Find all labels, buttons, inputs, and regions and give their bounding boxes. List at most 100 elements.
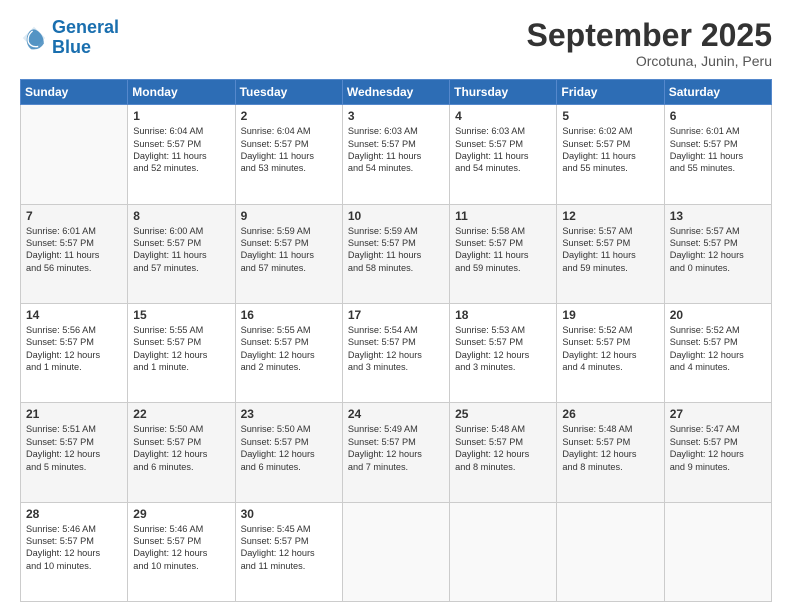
day-number: 20 (670, 308, 766, 322)
day-info: Sunrise: 5:53 AM Sunset: 5:57 PM Dayligh… (455, 324, 551, 374)
day-info: Sunrise: 6:04 AM Sunset: 5:57 PM Dayligh… (241, 125, 337, 175)
day-info: Sunrise: 5:55 AM Sunset: 5:57 PM Dayligh… (133, 324, 229, 374)
header-row: Sunday Monday Tuesday Wednesday Thursday… (21, 80, 772, 105)
day-info: Sunrise: 5:50 AM Sunset: 5:57 PM Dayligh… (241, 423, 337, 473)
day-info: Sunrise: 5:59 AM Sunset: 5:57 PM Dayligh… (348, 225, 444, 275)
day-info: Sunrise: 5:45 AM Sunset: 5:57 PM Dayligh… (241, 523, 337, 573)
day-number: 7 (26, 209, 122, 223)
header: General Blue September 2025 Orcotuna, Ju… (20, 18, 772, 69)
day-number: 11 (455, 209, 551, 223)
col-wednesday: Wednesday (342, 80, 449, 105)
day-info: Sunrise: 6:01 AM Sunset: 5:57 PM Dayligh… (670, 125, 766, 175)
day-info: Sunrise: 5:52 AM Sunset: 5:57 PM Dayligh… (562, 324, 658, 374)
table-row: 24 Sunrise: 5:49 AM Sunset: 5:57 PM Dayli… (342, 403, 449, 502)
day-number: 3 (348, 109, 444, 123)
table-row: 6Sunrise: 6:01 AM Sunset: 5:57 PM Daylig… (664, 105, 771, 204)
day-number: 27 (670, 407, 766, 421)
table-row: 28 Sunrise: 5:46 AM Sunset: 5:57 PM Dayli… (21, 502, 128, 601)
table-row: 22Sunrise: 5:50 AM Sunset: 5:57 PM Dayli… (128, 403, 235, 502)
day-info: Sunrise: 5:58 AM Sunset: 5:57 PM Dayligh… (455, 225, 551, 275)
table-row: 20 Sunrise: 5:52 AM Sunset: 5:57 PM Dayli… (664, 303, 771, 402)
calendar-week-1: 1 Sunrise: 6:04 AM Sunset: 5:57 PM Daylig… (21, 105, 772, 204)
table-row: 5 Sunrise: 6:02 AM Sunset: 5:57 PM Daylig… (557, 105, 664, 204)
calendar-week-2: 7 Sunrise: 6:01 AM Sunset: 5:57 PM Daylig… (21, 204, 772, 303)
table-row: 25Sunrise: 5:48 AM Sunset: 5:57 PM Dayli… (450, 403, 557, 502)
table-row (664, 502, 771, 601)
table-row: 1 Sunrise: 6:04 AM Sunset: 5:57 PM Daylig… (128, 105, 235, 204)
table-row: 2 Sunrise: 6:04 AM Sunset: 5:57 PM Daylig… (235, 105, 342, 204)
logo: General Blue (20, 18, 119, 58)
table-row (21, 105, 128, 204)
day-number: 28 (26, 507, 122, 521)
day-number: 13 (670, 209, 766, 223)
col-friday: Friday (557, 80, 664, 105)
col-saturday: Saturday (664, 80, 771, 105)
day-number: 30 (241, 507, 337, 521)
calendar-week-5: 28 Sunrise: 5:46 AM Sunset: 5:57 PM Dayli… (21, 502, 772, 601)
day-info: Sunrise: 5:46 AM Sunset: 5:57 PM Dayligh… (26, 523, 122, 573)
table-row: 13 Sunrise: 5:57 AM Sunset: 5:57 PM Dayli… (664, 204, 771, 303)
location-subtitle: Orcotuna, Junin, Peru (527, 53, 772, 69)
logo-icon (20, 24, 48, 52)
day-info: Sunrise: 5:48 AM Sunset: 5:57 PM Dayligh… (562, 423, 658, 473)
table-row: 12Sunrise: 5:57 AM Sunset: 5:57 PM Dayli… (557, 204, 664, 303)
day-info: Sunrise: 6:01 AM Sunset: 5:57 PM Dayligh… (26, 225, 122, 275)
day-number: 5 (562, 109, 658, 123)
day-info: Sunrise: 5:56 AM Sunset: 5:57 PM Dayligh… (26, 324, 122, 374)
day-number: 4 (455, 109, 551, 123)
day-number: 14 (26, 308, 122, 322)
col-sunday: Sunday (21, 80, 128, 105)
table-row: 17 Sunrise: 5:54 AM Sunset: 5:57 PM Dayli… (342, 303, 449, 402)
calendar-table: Sunday Monday Tuesday Wednesday Thursday… (20, 79, 772, 602)
table-row: 7 Sunrise: 6:01 AM Sunset: 5:57 PM Daylig… (21, 204, 128, 303)
day-info: Sunrise: 6:03 AM Sunset: 5:57 PM Dayligh… (455, 125, 551, 175)
month-title: September 2025 (527, 18, 772, 53)
table-row: 23 Sunrise: 5:50 AM Sunset: 5:57 PM Dayli… (235, 403, 342, 502)
day-info: Sunrise: 5:57 AM Sunset: 5:57 PM Dayligh… (670, 225, 766, 275)
table-row: 3 Sunrise: 6:03 AM Sunset: 5:57 PM Daylig… (342, 105, 449, 204)
table-row: 11 Sunrise: 5:58 AM Sunset: 5:57 PM Dayli… (450, 204, 557, 303)
day-number: 23 (241, 407, 337, 421)
logo-line2: Blue (52, 38, 119, 58)
table-row: 26 Sunrise: 5:48 AM Sunset: 5:57 PM Dayli… (557, 403, 664, 502)
day-info: Sunrise: 5:54 AM Sunset: 5:57 PM Dayligh… (348, 324, 444, 374)
day-number: 2 (241, 109, 337, 123)
day-info: Sunrise: 5:57 AM Sunset: 5:57 PM Dayligh… (562, 225, 658, 275)
day-info: Sunrise: 5:48 AM Sunset: 5:57 PM Dayligh… (455, 423, 551, 473)
day-info: Sunrise: 5:55 AM Sunset: 5:57 PM Dayligh… (241, 324, 337, 374)
table-row: 4 Sunrise: 6:03 AM Sunset: 5:57 PM Daylig… (450, 105, 557, 204)
day-number: 29 (133, 507, 229, 521)
table-row: 29Sunrise: 5:46 AM Sunset: 5:57 PM Dayli… (128, 502, 235, 601)
day-number: 18 (455, 308, 551, 322)
day-number: 10 (348, 209, 444, 223)
day-info: Sunrise: 6:03 AM Sunset: 5:57 PM Dayligh… (348, 125, 444, 175)
col-monday: Monday (128, 80, 235, 105)
table-row: 16 Sunrise: 5:55 AM Sunset: 5:57 PM Dayli… (235, 303, 342, 402)
day-info: Sunrise: 5:49 AM Sunset: 5:57 PM Dayligh… (348, 423, 444, 473)
day-info: Sunrise: 5:52 AM Sunset: 5:57 PM Dayligh… (670, 324, 766, 374)
table-row: 14 Sunrise: 5:56 AM Sunset: 5:57 PM Dayli… (21, 303, 128, 402)
day-number: 19 (562, 308, 658, 322)
table-row: 19 Sunrise: 5:52 AM Sunset: 5:57 PM Dayli… (557, 303, 664, 402)
table-row (450, 502, 557, 601)
table-row: 10 Sunrise: 5:59 AM Sunset: 5:57 PM Dayli… (342, 204, 449, 303)
table-row: 21Sunrise: 5:51 AM Sunset: 5:57 PM Dayli… (21, 403, 128, 502)
page: General Blue September 2025 Orcotuna, Ju… (0, 0, 792, 612)
day-number: 26 (562, 407, 658, 421)
col-thursday: Thursday (450, 80, 557, 105)
day-info: Sunrise: 6:04 AM Sunset: 5:57 PM Dayligh… (133, 125, 229, 175)
day-number: 22 (133, 407, 229, 421)
table-row (342, 502, 449, 601)
day-number: 8 (133, 209, 229, 223)
day-info: Sunrise: 6:02 AM Sunset: 5:57 PM Dayligh… (562, 125, 658, 175)
calendar-week-3: 14 Sunrise: 5:56 AM Sunset: 5:57 PM Dayli… (21, 303, 772, 402)
calendar-week-4: 21Sunrise: 5:51 AM Sunset: 5:57 PM Dayli… (21, 403, 772, 502)
day-number: 9 (241, 209, 337, 223)
day-number: 1 (133, 109, 229, 123)
col-tuesday: Tuesday (235, 80, 342, 105)
day-number: 24 (348, 407, 444, 421)
day-number: 16 (241, 308, 337, 322)
title-block: September 2025 Orcotuna, Junin, Peru (527, 18, 772, 69)
day-number: 17 (348, 308, 444, 322)
table-row: 15Sunrise: 5:55 AM Sunset: 5:57 PM Dayli… (128, 303, 235, 402)
